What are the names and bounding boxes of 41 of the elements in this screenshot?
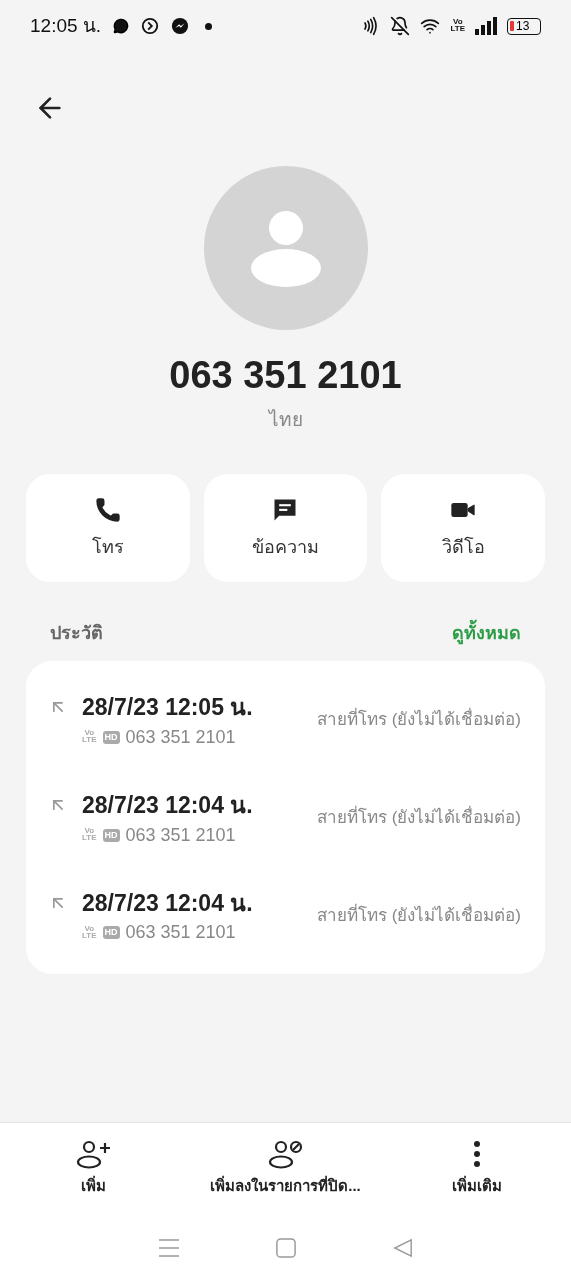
block-person-icon bbox=[267, 1139, 304, 1169]
add-person-icon bbox=[75, 1139, 112, 1169]
call-number: 063 351 2101 bbox=[125, 725, 236, 749]
call-number: 063 351 2101 bbox=[125, 921, 236, 945]
call-status: สายที่โทร (ยังไม่ได้เชื่อมต่อ) bbox=[316, 707, 521, 733]
location-label: ไทย bbox=[268, 407, 303, 432]
toolbar-button[interactable]: เพิ่ม bbox=[20, 1139, 168, 1198]
call-status: สายที่โทร (ยังไม่ได้เชื่อมต่อ) bbox=[316, 902, 521, 927]
call-datetime: 28/7/23 12:05 น. bbox=[82, 693, 253, 722]
status-time: 12:05 น. bbox=[30, 13, 102, 38]
phone-icon bbox=[93, 495, 122, 524]
battery-indicator: 13 bbox=[507, 17, 541, 35]
avatar-icon bbox=[203, 166, 368, 330]
play-circle-icon bbox=[141, 17, 160, 35]
messenger-icon bbox=[171, 17, 190, 35]
signal-icon bbox=[475, 17, 497, 35]
volte-label: Vo LTE bbox=[450, 19, 465, 33]
hd-badge: HD bbox=[102, 730, 120, 744]
more-icon bbox=[474, 1141, 481, 1167]
history-title: ประวัติ bbox=[50, 622, 103, 645]
toolbar-button[interactable]: เพิ่มลงในรายการที่ปิด... bbox=[167, 1139, 404, 1198]
back-triangle-icon[interactable] bbox=[392, 1238, 413, 1258]
wifi-icon bbox=[420, 16, 441, 36]
volte-label: Vo LTE bbox=[82, 828, 97, 842]
call-datetime: 28/7/23 12:04 น. bbox=[82, 790, 253, 820]
muted-bell-icon bbox=[390, 16, 411, 36]
menu-icon[interactable] bbox=[158, 1238, 181, 1258]
contact-action-button[interactable]: วิดีโอ bbox=[381, 474, 545, 582]
volte-label: Vo LTE bbox=[82, 925, 97, 940]
contact-action-button[interactable]: ข้อความ bbox=[203, 474, 368, 582]
call-status: สายที่โทร (ยังไม่ได้เชื่อมต่อ) bbox=[316, 804, 521, 829]
toolbar-button[interactable]: เพิ่มเติม bbox=[403, 1139, 551, 1198]
call-number: 063 351 2101 bbox=[125, 823, 236, 847]
contact-action-button[interactable]: โทร bbox=[26, 474, 190, 582]
hd-badge: HD bbox=[102, 926, 120, 940]
phone-number-title: 063 351 2101 bbox=[169, 353, 402, 398]
volte-label: Vo LTE bbox=[82, 730, 97, 745]
hd-badge: HD bbox=[102, 828, 120, 842]
home-button[interactable] bbox=[276, 1238, 297, 1258]
call-datetime: 28/7/23 12:04 น. bbox=[82, 888, 253, 918]
chat-bubble-icon bbox=[113, 18, 130, 34]
